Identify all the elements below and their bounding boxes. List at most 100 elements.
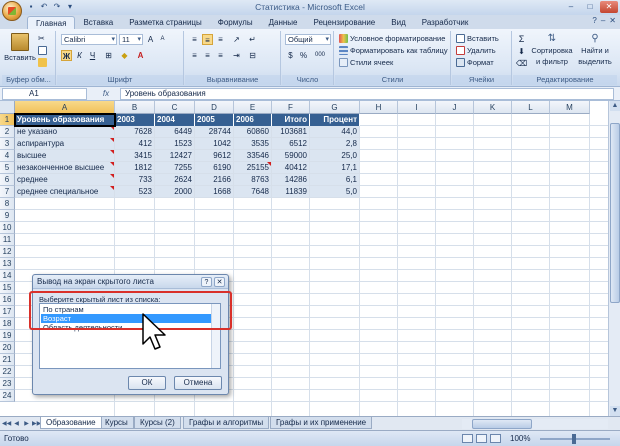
cell-styles-button[interactable]: Стили ячеек [339,58,393,67]
shrink-font-button[interactable]: A [157,34,168,45]
column-header[interactable]: L [512,101,550,114]
column-header[interactable]: G [310,101,360,114]
list-item[interactable]: Область деятельности [41,323,211,332]
data-cell[interactable]: 733 [115,174,154,185]
header-cell[interactable]: Уровень образования [15,114,115,126]
row-header[interactable]: 11 [0,234,15,246]
data-cell[interactable]: 40412 [272,162,309,173]
row-header[interactable]: 5 [0,162,15,174]
row-header[interactable]: 16 [0,294,15,306]
normal-view-icon[interactable] [462,434,473,443]
cut-button[interactable]: ✂ [38,34,45,43]
data-cell[interactable]: 14286 [272,174,309,185]
sheet-tab-courses-2[interactable]: Курсы (2) [134,417,181,429]
data-cell[interactable]: 6512 [272,138,309,149]
data-cell[interactable]: 59000 [272,150,309,161]
data-cell[interactable]: 7648 [234,186,271,197]
office-button[interactable] [2,1,22,21]
percent-button[interactable]: % [298,50,309,61]
cancel-button[interactable]: Отмена [174,376,222,390]
conditional-formatting-button[interactable]: Условное форматирование [339,34,445,43]
header-cell[interactable]: 2006 [234,114,272,126]
page-layout-view-icon[interactable] [476,434,487,443]
prev-sheet-icon[interactable]: ◀ [12,419,21,429]
data-cell[interactable]: 33546 [234,150,271,161]
column-header[interactable]: E [234,101,272,114]
zoom-slider[interactable] [540,434,610,444]
data-cell[interactable]: 6190 [195,162,233,173]
data-cell[interactable]: 60860 [234,126,271,137]
column-header[interactable]: A [15,101,115,114]
column-header[interactable]: K [474,101,512,114]
bold-button[interactable]: Ж [61,50,72,61]
tab-data[interactable]: Данные [261,16,306,29]
ok-button[interactable]: ОК [128,376,166,390]
fx-button[interactable]: fx [93,88,119,100]
name-box[interactable]: A1 [2,88,87,100]
tab-home[interactable]: Главная [27,16,76,29]
indent-button[interactable]: ⇥ [231,50,242,61]
data-cell[interactable]: 28744 [195,126,233,137]
copy-button[interactable] [38,46,47,55]
data-cell[interactable]: 1668 [195,186,233,197]
orientation-button[interactable]: ↗ [231,34,242,45]
first-sheet-icon[interactable]: ◀◀ [2,419,11,429]
align-bottom-button[interactable]: ≡ [215,34,226,45]
column-header[interactable]: C [155,101,195,114]
row-header[interactable]: 6 [0,174,15,186]
data-cell[interactable]: 2166 [195,174,233,185]
thousands-button[interactable]: 000 [311,50,329,61]
maximize-button[interactable]: □ [581,1,599,13]
insert-cells-button[interactable]: Вставить [456,34,499,43]
tab-page-layout[interactable]: Разметка страницы [121,16,210,29]
align-left-button[interactable]: ≡ [189,50,200,61]
fill-icon[interactable]: ⬇ [516,46,527,57]
row-header[interactable]: 22 [0,366,15,378]
vertical-scrollbar[interactable]: ▲ ▼ [608,101,620,416]
data-cell[interactable]: 7628 [115,126,154,137]
format-painter-button[interactable] [38,58,47,67]
list-scrollbar[interactable] [211,304,220,368]
grow-font-button[interactable]: A [145,34,156,45]
row-header[interactable]: 7 [0,186,15,198]
header-cell[interactable]: Итого [272,114,310,126]
fill-color-button[interactable]: ◆ [119,50,130,61]
data-cell[interactable]: аспирантура [15,138,114,149]
format-cells-button[interactable]: Формат [456,58,494,67]
data-cell[interactable]: высшее [15,150,114,161]
column-header[interactable]: F [272,101,310,114]
data-cell[interactable]: 8763 [234,174,271,185]
row-header[interactable]: 15 [0,282,15,294]
number-format-combo[interactable]: Общий [285,34,331,45]
row-header[interactable]: 9 [0,210,15,222]
header-cell[interactable]: 2003 [115,114,155,126]
data-cell[interactable]: 5,0 [310,186,359,197]
row-header[interactable]: 13 [0,258,15,270]
font-color-button[interactable]: A [135,50,146,61]
data-cell[interactable]: 2624 [155,174,194,185]
data-cell[interactable]: 12427 [155,150,194,161]
sort-filter-button[interactable]: ⇅ Сортировка и фильтр [531,33,573,66]
column-header[interactable]: J [436,101,474,114]
align-center-button[interactable]: ≡ [202,50,213,61]
data-cell[interactable]: 7255 [155,162,194,173]
page-break-view-icon[interactable] [490,434,501,443]
header-cell[interactable]: 2004 [155,114,195,126]
data-cell[interactable]: не указано [15,126,114,137]
row-header[interactable]: 21 [0,354,15,366]
dialog-close-button[interactable]: ✕ [214,277,225,287]
next-sheet-icon[interactable]: ▶ [22,419,31,429]
merge-button[interactable]: ⊟ [247,50,258,61]
tab-review[interactable]: Рецензирование [305,16,383,29]
tab-insert[interactable]: Вставка [75,16,121,29]
autosum-icon[interactable]: Σ [516,34,527,45]
find-select-button[interactable]: ⚲ Найти и выделить [575,33,615,66]
data-cell[interactable]: 2000 [155,186,194,197]
column-header[interactable]: B [115,101,155,114]
row-header[interactable]: 23 [0,378,15,390]
sheet-tab-graphs-applications[interactable]: Графы и их применение [270,417,373,429]
list-item[interactable]: По странам [41,305,211,314]
wrap-text-button[interactable]: ↵ [247,34,258,45]
data-cell[interactable]: 1042 [195,138,233,149]
sheet-tab-education[interactable]: Образование [40,417,102,429]
